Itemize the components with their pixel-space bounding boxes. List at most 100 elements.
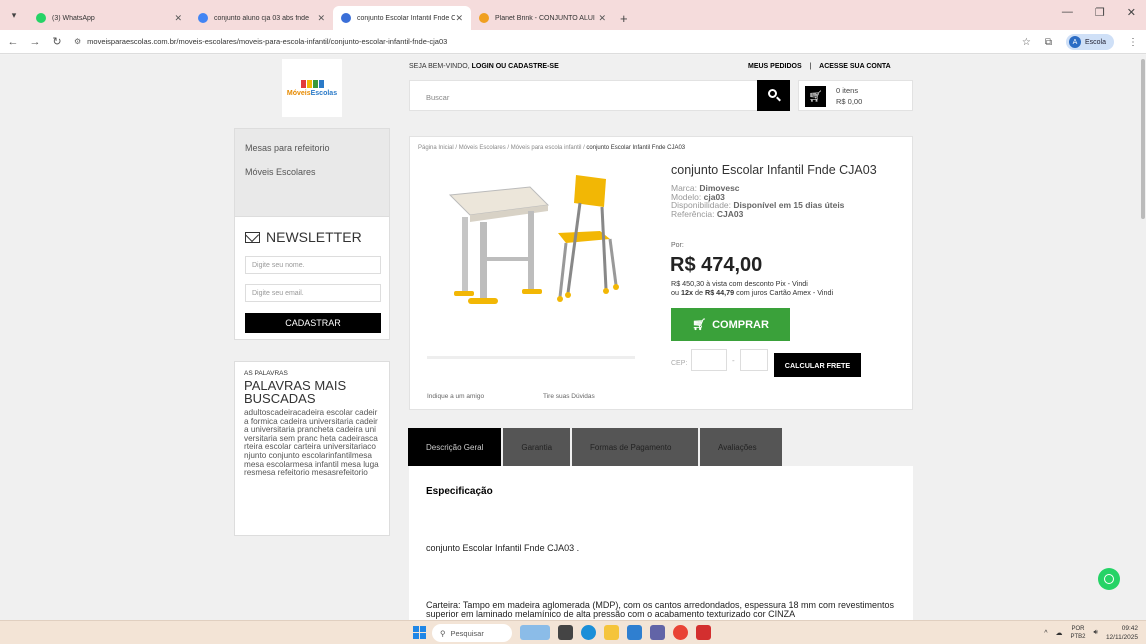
edge-icon[interactable] [581,625,596,640]
task-view-icon[interactable] [558,625,573,640]
menu-item-mesas[interactable]: Mesas para refeitorio [235,129,389,153]
close-icon[interactable]: ✕ [455,13,463,24]
profile-label: Escola [1084,38,1106,46]
description-text: Carteira: Tampo em madeira aglomerada (M… [426,600,895,619]
chevron-up-icon[interactable]: ^ [1044,630,1047,637]
chrome-icon[interactable] [673,625,688,640]
cep-field-1[interactable] [691,349,727,371]
search-input[interactable]: Buscar [409,80,790,111]
page-scrollbar[interactable] [1140,55,1146,620]
new-tab-button[interactable]: + [620,6,628,30]
login-link[interactable]: LOGIN OU CADASTRE-SE [472,63,559,70]
close-window-icon[interactable]: ✕ [1127,6,1136,19]
divider: | [809,63,812,70]
logo-blocks-icon [300,79,324,88]
search-placeholder: Buscar [426,93,450,102]
url-text: moveisparaescolas.com.br/moveis-escolare… [87,37,448,46]
more-menu-icon[interactable]: ⋮ [1128,37,1138,48]
email-field[interactable]: Digite seu email. [245,284,381,302]
profile-button[interactable]: A Escola [1065,34,1114,50]
calculate-shipping-button[interactable]: CALCULAR FRETE [774,353,861,377]
windows-start-icon[interactable] [413,626,426,639]
image-scroll-bar[interactable] [427,356,635,359]
name-field[interactable]: Digite seu nome. [245,256,381,274]
tab-reviews[interactable]: Avaliações [700,428,783,466]
cart-icon: 🛒︎ [805,86,826,107]
cart-widget[interactable]: 🛒︎ 0 itens R$ 0,00 [798,80,913,111]
subscribe-button[interactable]: CADASTRAR [245,313,381,333]
site-info-icon[interactable]: ⚙ [74,37,81,46]
tab-payment[interactable]: Formas de Pagamento [572,428,699,466]
words-list[interactable]: adultoscadeiracadeira escolar cadeira fo… [244,408,380,478]
cart-items: 0 itens [836,86,859,95]
tab-title: Planet Brink - CONJUNTO ALUI [495,14,595,22]
logo-text: MóveisEscolas [286,89,338,97]
browser-tab-google[interactable]: conjunto aluno cja 03 abs fnde ✕ [190,6,333,30]
page-viewport: MóveisEscolas SEJA BEM-VINDO, LOGIN OU C… [0,55,1146,620]
account-link[interactable]: ACESSE SUA CONTA [819,63,891,70]
whatsapp-icon [36,13,46,23]
app-icon[interactable] [696,625,711,640]
cloud-icon[interactable]: ☁ [1056,629,1063,637]
payment-options: R$ 450,30 à vista com desconto Pix - Vin… [671,279,834,297]
whatsapp-chat-button[interactable] [1098,568,1120,590]
envelope-icon [245,231,260,243]
words-title: PALAVRAS MAIS BUSCADAS [244,378,347,406]
whatsapp-icon [1104,574,1114,584]
address-bar-row: ← → ↻ ⚙ moveisparaescolas.com.br/moveis-… [0,30,1146,54]
product-title: conjunto Escolar Infantil Fnde CJA03 [671,163,877,177]
product-image[interactable] [430,165,630,325]
avatar: A [1068,36,1081,48]
browser-tab-planet-brink[interactable]: Planet Brink - CONJUNTO ALUI ✕ [471,6,614,30]
newsletter-title: NEWSLETTER [266,229,362,245]
cep-field-2[interactable] [740,349,768,371]
product-tabs: Descrição Geral Garantia Formas de Pagam… [408,428,783,466]
photos-icon[interactable] [627,625,642,640]
buy-button[interactable]: 🛒︎ COMPRAR [671,308,790,341]
back-icon[interactable]: ← [4,36,22,48]
network-volume-icon[interactable]: 🔊︎ [1094,629,1098,637]
cart-total: R$ 0,00 [836,97,863,106]
product-card: Página Inicial / Móveis Escolares / Móve… [409,136,913,410]
language-indicator[interactable]: POR PTB2 [1071,625,1086,641]
planet-brink-icon [479,13,489,23]
teams-icon[interactable] [650,625,665,640]
popular-searches-box: AS PALAVRAS PALAVRAS MAIS BUSCADAS adult… [234,361,390,536]
close-icon[interactable]: ✕ [598,13,606,24]
forward-icon[interactable]: → [26,36,44,48]
description-line: conjunto Escolar Infantil Fnde CJA03 . [426,543,580,553]
clock[interactable]: 09:42 12/11/2025 [1106,624,1138,642]
ref-value: CJA03 [716,208,744,219]
newsletter-box: NEWSLETTER Digite seu nome. Digite seu e… [234,216,390,340]
close-icon[interactable]: ✕ [317,13,325,24]
price-label: Por: [671,242,684,249]
questions-link[interactable]: Tire suas Dúvidas [543,393,595,400]
account-links: MEUS PEDIDOS | ACESSE SUA CONTA [748,63,891,70]
reload-icon[interactable]: ↻ [48,35,66,48]
widgets-icon[interactable] [520,625,550,640]
tab-search-button[interactable]: ▾ [0,0,28,30]
file-explorer-icon[interactable] [604,625,619,640]
pinned-apps [520,625,711,640]
close-icon[interactable]: ✕ [174,13,182,24]
search-button[interactable] [757,80,790,111]
tab-description[interactable]: Descrição Geral [408,428,502,466]
menu-item-moveis[interactable]: Móveis Escolares [235,153,389,177]
welcome-text: SEJA BEM-VINDO, LOGIN OU CADASTRE-SE [409,63,559,70]
cart-icon: 🛒︎ [692,319,707,331]
url-field[interactable]: ⚙ moveisparaescolas.com.br/moveis-escola… [74,33,974,51]
extensions-icon[interactable]: ⧉ [1045,37,1052,48]
site-logo[interactable]: MóveisEscolas [282,59,342,117]
minimize-icon[interactable]: — [1062,6,1073,19]
browser-tab-active[interactable]: conjunto Escolar Infantil Fnde C ✕ [333,6,471,30]
taskbar-search[interactable]: ⚲ Pesquisar [432,624,512,642]
tell-friend-link[interactable]: Indique a um amigo [427,393,484,400]
my-orders-link[interactable]: MEUS PEDIDOS [748,63,802,70]
toolbar-right: ☆ ⧉ A Escola ⋮ [1022,34,1138,50]
restore-icon[interactable]: ❐ [1095,6,1105,19]
browser-tab-whatsapp[interactable]: (3) WhatsApp ✕ [28,6,190,30]
bookmark-star-icon[interactable]: ☆ [1022,37,1031,48]
tab-warranty[interactable]: Garantia [503,428,571,466]
availability-value: Disponível em 15 dias úteis [733,200,845,211]
site-favicon-icon [341,13,351,23]
